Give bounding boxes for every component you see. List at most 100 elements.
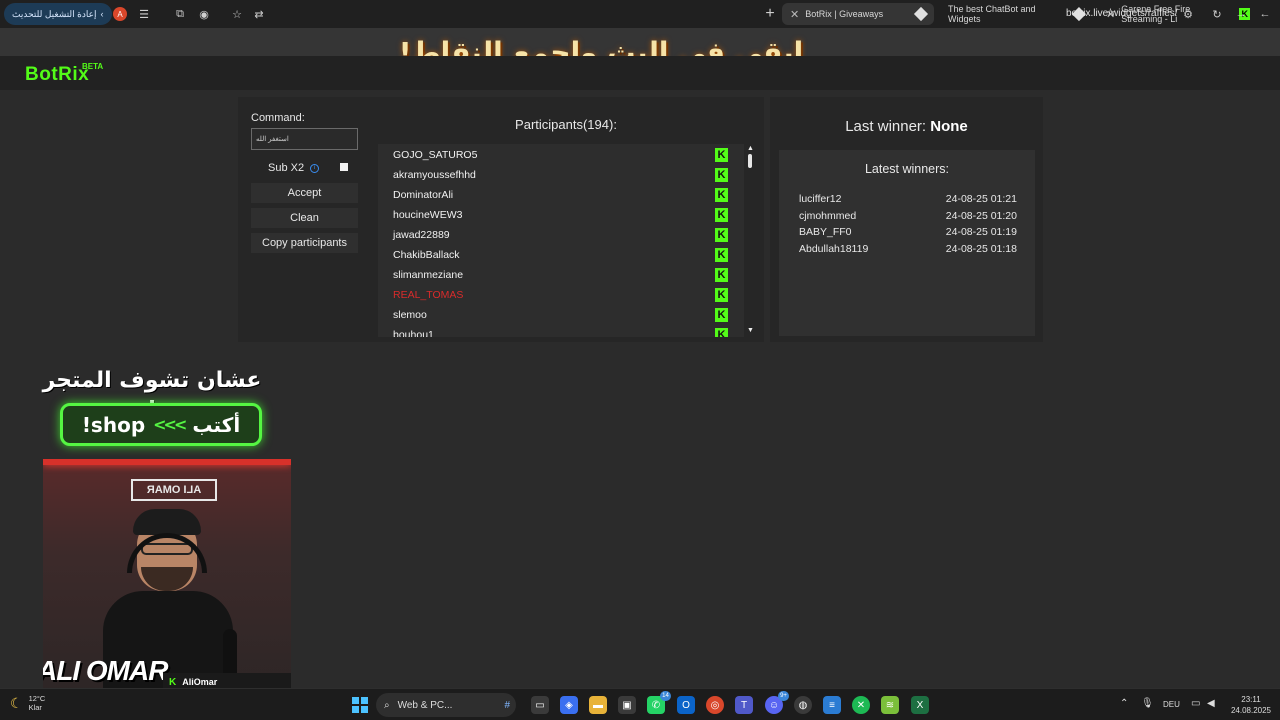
profile-avatar[interactable]: A <box>113 7 127 21</box>
info-icon[interactable]: i <box>310 163 320 173</box>
tab-label: The best ChatBot and Widgets <box>948 4 1036 24</box>
participant-row[interactable]: GOJO_SATURO5 K <box>393 145 733 165</box>
participant-name: bouhou1 <box>393 329 434 337</box>
file-explorer-icon[interactable]: ▬ <box>589 696 607 714</box>
participant-name: slimanmeziane <box>393 269 464 281</box>
teams-icon[interactable]: T <box>735 696 753 714</box>
moon-icon: ☾ <box>10 694 23 711</box>
participant-row[interactable]: DominatorAli K <box>393 185 733 205</box>
tab-label: BotRix | Giveaways <box>805 9 884 19</box>
kick-platform-icon: K <box>715 328 728 337</box>
network-icon[interactable]: ▭ <box>1191 698 1200 709</box>
chrome-icon[interactable]: ◎ <box>706 696 724 714</box>
participant-row[interactable]: slimanmeziane K <box>393 265 733 285</box>
winner-name: BABY_FF0 <box>799 226 852 238</box>
bluestacks-icon[interactable]: ≋ <box>881 696 899 714</box>
favorite-star-icon[interactable]: ☆ <box>229 6 245 22</box>
kick-platform-icon: K <box>715 188 728 202</box>
winner-date: 24-08-25 01:21 <box>945 193 1017 205</box>
participant-row[interactable]: jawad22889 K <box>393 225 733 245</box>
winner-name: luciffer12 <box>799 193 842 205</box>
forward-icon[interactable]: → <box>1233 6 1249 22</box>
participant-name: ChakibBallack <box>393 249 460 261</box>
reading-list-icon[interactable]: ☰ <box>136 6 152 22</box>
scroll-up-icon[interactable]: ▲ <box>747 145 754 152</box>
store-icon[interactable]: ▣ <box>618 696 636 714</box>
weather-temp: 12°C <box>28 694 46 703</box>
weather-desc: Klar <box>28 703 42 712</box>
kick-handle: AliOmar <box>182 677 218 687</box>
winner-name: cjmohmmed <box>799 210 857 222</box>
scroll-thumb[interactable] <box>748 154 752 168</box>
kick-platform-icon: K <box>715 288 728 302</box>
participant-row[interactable]: akramyoussefhhd K <box>393 165 733 185</box>
streamer-brand-logo: ALI OMAR <box>43 655 168 686</box>
shop-command-overlay: !shop <<< أكتب <box>60 403 262 446</box>
kick-platform-icon: K <box>715 248 728 262</box>
app-green-icon[interactable]: ✕ <box>852 696 870 714</box>
language-indicator[interactable]: DEU <box>1163 700 1180 709</box>
excel-icon[interactable]: X <box>911 696 929 714</box>
notepad-icon[interactable]: ≡ <box>823 696 841 714</box>
kick-platform-icon: K <box>715 228 728 242</box>
whatsapp-icon[interactable]: ✆ 14 <box>647 691 671 714</box>
winner-row: Abdullah18119 24-08-25 01:18 <box>799 243 1017 259</box>
reload-icon[interactable]: ↻ <box>1209 6 1225 22</box>
taskbar-clock[interactable]: 23:11 24.08.2025 <box>1228 694 1274 716</box>
windows-start-icon[interactable] <box>352 697 368 713</box>
search-icon: ⌕ <box>384 699 390 711</box>
copilot-icon[interactable]: ◈ <box>560 696 578 714</box>
obs-icon[interactable]: ◍ <box>794 696 812 714</box>
participants-scrollbar[interactable]: ▲ ▼ <box>745 144 755 337</box>
command-input[interactable]: استغفر الله <box>251 128 358 150</box>
last-winner-label: Last winner: <box>845 118 927 135</box>
botrix-logo[interactable]: BotRix <box>25 64 89 86</box>
tab-botrix-giveaways[interactable]: ✕ BotRix | Giveaways <box>782 3 934 25</box>
winner-name: Abdullah18119 <box>799 243 869 255</box>
microphone-tray-icon[interactable]: 🎙 <box>1141 698 1154 709</box>
copy-participants-button[interactable]: Copy participants <box>251 233 358 253</box>
participant-row[interactable]: bouhou1 K <box>393 325 733 337</box>
scroll-down-icon[interactable]: ▼ <box>747 327 754 334</box>
participant-row[interactable]: ChakibBallack K <box>393 245 733 265</box>
clock-date: 24.08.2025 <box>1230 706 1272 715</box>
winner-row: cjmohmmed 24-08-25 01:20 <box>799 210 1017 226</box>
kick-platform-icon: K <box>715 148 728 162</box>
participant-row[interactable]: REAL_TOMAS K <box>393 285 733 305</box>
kick-platform-icon: K <box>715 168 728 182</box>
participant-name: akramyoussefhhd <box>393 169 476 181</box>
last-winner: Last winner: None <box>770 118 1043 135</box>
sub-x2-checkbox[interactable] <box>340 163 348 171</box>
weather-widget[interactable]: ☾ 12°C Klar <box>10 694 45 712</box>
kick-platform-icon: K <box>715 308 728 322</box>
participant-row[interactable]: slemoo K <box>393 305 733 325</box>
arrows-icon: <<< <box>153 415 187 434</box>
translate-icon[interactable]: ⇄ <box>251 6 267 22</box>
shop-command: !shop <box>81 412 146 437</box>
accept-button[interactable]: Accept <box>251 183 358 203</box>
outlook-icon[interactable]: O <box>677 696 695 714</box>
participant-row[interactable]: houcineWEW3 K <box>393 205 733 225</box>
botrix-favicon-icon <box>913 6 929 22</box>
new-tab-button[interactable]: + <box>760 4 780 24</box>
close-tab-icon[interactable]: ✕ <box>790 8 799 21</box>
participant-name: slemoo <box>393 309 427 321</box>
participant-name: GOJO_SATURO5 <box>393 149 478 161</box>
tray-chevron-icon[interactable]: ⌃ <box>1120 698 1128 709</box>
discord-icon[interactable]: ☺ 9+ <box>765 691 789 714</box>
clean-button[interactable]: Clean <box>251 208 358 228</box>
collections-icon[interactable]: ⧉ <box>172 6 188 22</box>
url-text[interactable]: botrix.live/widgets/raffles/ <box>1066 8 1178 19</box>
back-icon[interactable]: ← <box>1257 6 1273 22</box>
volume-icon[interactable]: ◀ <box>1207 698 1215 709</box>
site-header: BotRix BETA <box>0 56 1280 90</box>
task-view-icon[interactable]: ▭ <box>531 696 549 714</box>
winner-row: BABY_FF0 24-08-25 01:19 <box>799 226 1017 242</box>
participants-list[interactable]: GOJO_SATURO5 Kakramyoussefhhd K DominatorAl… <box>378 144 744 337</box>
vpn-globe-icon[interactable]: ◉ <box>196 6 212 22</box>
taskbar-search[interactable]: ⌕ Web & PC... # <box>376 693 516 717</box>
site-settings-icon[interactable]: ⚙ <box>1180 6 1196 22</box>
cap-icon <box>133 509 201 535</box>
neon-light <box>43 459 291 465</box>
restart-to-update-button[interactable]: إعادة التشغيل للتحديث ‹ <box>4 3 112 25</box>
